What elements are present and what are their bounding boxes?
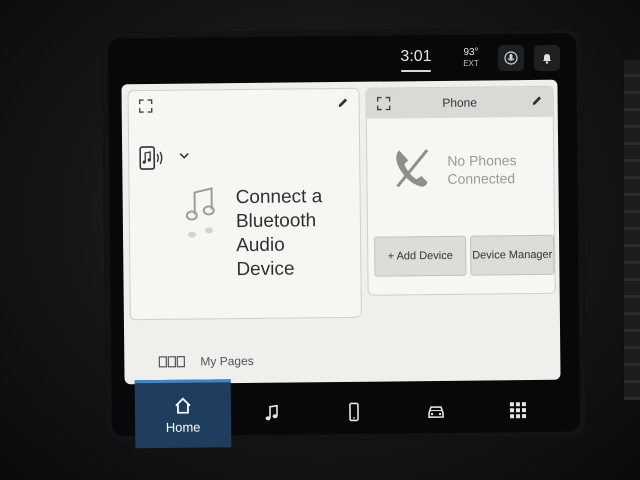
nav-home[interactable]: Home bbox=[134, 379, 232, 449]
my-pages-label: My Pages bbox=[200, 353, 254, 369]
vehicle-icon bbox=[428, 406, 444, 418]
message-line: Audio bbox=[236, 234, 285, 257]
phone-card[interactable]: Phone No Phones Connected + Add Device D… bbox=[365, 85, 556, 296]
media-card[interactable]: Connect a Bluetooth Audio Device bbox=[127, 87, 362, 321]
voice-command-icon bbox=[504, 51, 518, 65]
status-bar: 3:01 93° EXT bbox=[120, 38, 560, 78]
message-line: Device bbox=[236, 258, 295, 281]
apps-grid-icon bbox=[509, 402, 527, 419]
status-line: Connected bbox=[447, 170, 516, 187]
chevron-down-icon[interactable] bbox=[179, 151, 189, 161]
status-line: No Phones bbox=[447, 152, 517, 169]
main-display: Connect a Bluetooth Audio Device Phone N… bbox=[121, 79, 561, 385]
nav-phone[interactable] bbox=[313, 377, 396, 446]
message-line: Bluetooth bbox=[235, 210, 317, 233]
phone-icon bbox=[349, 402, 359, 422]
clock-underline bbox=[401, 70, 431, 72]
phone-card-title: Phone bbox=[442, 95, 478, 110]
nav-home-label: Home bbox=[165, 419, 201, 435]
nav-apps[interactable] bbox=[477, 376, 560, 445]
pages-icon bbox=[158, 356, 186, 368]
music-note-icon bbox=[185, 187, 215, 238]
device-manager-button[interactable]: Device Manager bbox=[470, 234, 555, 276]
music-icon bbox=[265, 404, 278, 421]
no-phones-message: No Phones Connected bbox=[447, 151, 547, 188]
notifications-button[interactable] bbox=[534, 45, 560, 71]
clock-time: 3:01 bbox=[400, 48, 432, 65]
nav-vehicle[interactable] bbox=[395, 377, 478, 446]
phone-disconnected-icon bbox=[396, 149, 429, 188]
notification-bell-icon bbox=[543, 54, 551, 64]
air-vent bbox=[624, 60, 640, 400]
message-line: Connect a bbox=[235, 186, 323, 209]
home-icon bbox=[175, 397, 191, 414]
bottom-nav: Home bbox=[134, 376, 560, 449]
nav-media[interactable] bbox=[231, 378, 314, 447]
outside-temperature: 93° EXT bbox=[454, 47, 488, 69]
expand-icon[interactable] bbox=[138, 99, 153, 113]
pencil-icon[interactable] bbox=[337, 97, 349, 109]
voice-command-button[interactable] bbox=[498, 45, 524, 71]
temperature-value: 93° bbox=[463, 47, 479, 58]
temperature-label: EXT bbox=[463, 59, 479, 68]
connect-bluetooth-message: Connect a Bluetooth Audio Device bbox=[236, 185, 357, 282]
pencil-icon[interactable] bbox=[531, 95, 543, 107]
add-device-button[interactable]: + Add Device bbox=[374, 235, 467, 277]
media-source-icon[interactable] bbox=[139, 145, 167, 171]
clock[interactable]: 3:01 bbox=[388, 42, 444, 74]
